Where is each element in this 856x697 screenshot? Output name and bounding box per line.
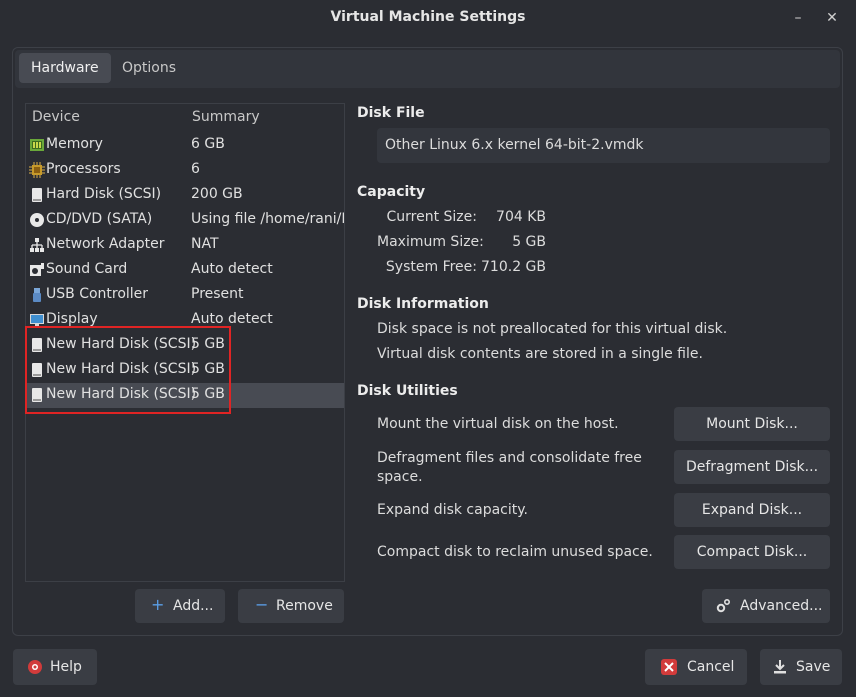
device-list-header: Device Summary (26, 109, 344, 129)
cd-dvd-icon (30, 213, 44, 227)
disk-utilities-title: Disk Utilities (357, 383, 458, 399)
device-name: Hard Disk (SCSI) (46, 186, 162, 202)
cancel-button[interactable]: Cancel (645, 649, 747, 685)
help-icon (28, 660, 42, 674)
device-name: Processors (46, 161, 121, 177)
device-name: Display (46, 311, 98, 327)
tab-bar: Hardware Options (15, 50, 840, 88)
device-name: Network Adapter (46, 236, 165, 252)
device-row-sound-card[interactable]: Sound Card Auto detect (26, 258, 344, 283)
mount-disk-button[interactable]: Mount Disk... (674, 407, 830, 441)
device-row-memory[interactable]: Memory 6 GB (26, 133, 344, 158)
processor-icon (29, 162, 45, 178)
tab-options[interactable]: Options (110, 53, 188, 83)
device-summary: Auto detect (191, 261, 273, 277)
disk-info-line2: Virtual disk contents are stored in a si… (377, 346, 703, 362)
minus-icon: − (255, 595, 269, 614)
window-title: Virtual Machine Settings (330, 9, 526, 25)
cancel-label: Cancel (687, 659, 735, 675)
capacity-title: Capacity (357, 184, 426, 200)
minimize-icon: – (794, 10, 802, 26)
device-name: CD/DVD (SATA) (46, 211, 153, 227)
help-button[interactable]: Help (13, 649, 97, 685)
device-row-cd-dvd[interactable]: CD/DVD (SATA) Using file /home/rani/D (26, 208, 344, 233)
save-icon (774, 660, 786, 674)
system-free-value: 710.2 GB (481, 259, 546, 275)
highlight-annotation (25, 326, 231, 414)
device-summary: Auto detect (191, 311, 273, 327)
advanced-label: Advanced... (740, 598, 823, 614)
compact-description: Compact disk to reclaim unused space. (377, 544, 653, 560)
disk-file-field[interactable]: Other Linux 6.x kernel 64-bit-2.vmdk (377, 128, 830, 163)
memory-icon (30, 139, 44, 151)
expand-description: Expand disk capacity. (377, 502, 528, 518)
close-button[interactable]: ✕ (820, 6, 844, 30)
network-icon (30, 238, 44, 252)
column-header-summary[interactable]: Summary (192, 109, 260, 125)
defragment-description-line2: space. (377, 469, 423, 485)
usb-icon (33, 288, 41, 302)
remove-button[interactable]: − Remove (238, 589, 344, 623)
defragment-disk-button[interactable]: Defragment Disk... (674, 450, 830, 484)
disk-information-title: Disk Information (357, 296, 489, 312)
add-label: Add... (173, 598, 214, 614)
sound-card-icon (30, 263, 44, 276)
device-row-processors[interactable]: Processors 6 (26, 158, 344, 183)
disk-file-value: Other Linux 6.x kernel 64-bit-2.vmdk (385, 137, 644, 153)
column-header-device[interactable]: Device (32, 109, 80, 125)
minimize-button[interactable]: – (786, 6, 810, 30)
remove-label: Remove (276, 598, 333, 614)
cancel-icon (661, 659, 677, 675)
device-name: Memory (46, 136, 103, 152)
device-summary: NAT (191, 236, 219, 252)
disk-file-title: Disk File (357, 105, 425, 121)
device-summary: Using file /home/rani/D (191, 211, 345, 227)
system-free-label: System Free: (385, 259, 477, 275)
disk-info-line1: Disk space is not preallocated for this … (377, 321, 728, 337)
device-name: Sound Card (46, 261, 128, 277)
close-icon: ✕ (826, 10, 838, 26)
device-summary: 6 (191, 161, 200, 177)
compact-disk-button[interactable]: Compact Disk... (674, 535, 830, 569)
expand-disk-button[interactable]: Expand Disk... (674, 493, 830, 527)
hard-disk-icon (32, 188, 42, 202)
defragment-description-line1: Defragment files and consolidate free (377, 450, 642, 466)
maximum-size-value: 5 GB (512, 234, 546, 250)
title-bar: Virtual Machine Settings – ✕ (0, 0, 856, 36)
device-summary: 6 GB (191, 136, 225, 152)
device-row-usb[interactable]: USB Controller Present (26, 283, 344, 308)
maximum-size-label: Maximum Size: (377, 234, 484, 250)
current-size-value: 704 KB (496, 209, 546, 225)
gears-icon (716, 598, 731, 613)
plus-icon: + (151, 595, 165, 614)
device-summary: Present (191, 286, 244, 302)
save-label: Save (796, 659, 831, 675)
mount-description: Mount the virtual disk on the host. (377, 416, 619, 432)
add-button[interactable]: + Add... (135, 589, 225, 623)
device-name: USB Controller (46, 286, 149, 302)
current-size-label: Current Size: (386, 209, 478, 225)
save-button[interactable]: Save (760, 649, 842, 685)
help-label: Help (50, 659, 82, 675)
tab-hardware[interactable]: Hardware (19, 53, 111, 83)
device-summary: 200 GB (191, 186, 243, 202)
device-row-network[interactable]: Network Adapter NAT (26, 233, 344, 258)
advanced-button[interactable]: Advanced... (702, 589, 830, 623)
device-row-hard-disk[interactable]: Hard Disk (SCSI) 200 GB (26, 183, 344, 208)
